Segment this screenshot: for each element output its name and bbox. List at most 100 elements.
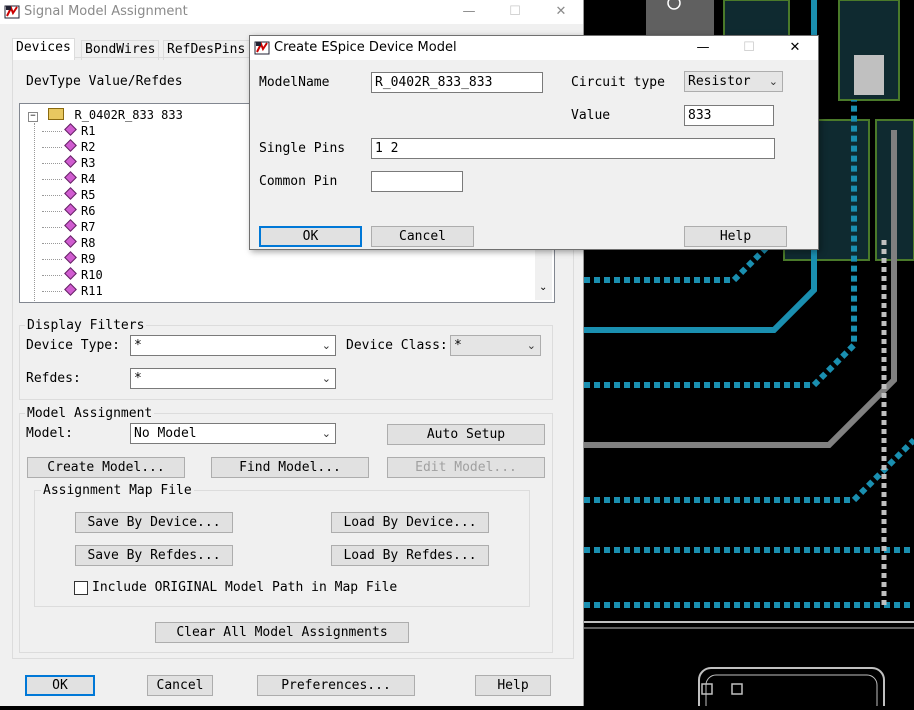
tree-item-label: R6 (81, 204, 96, 218)
tree-connector (42, 227, 62, 228)
dialog-cancel-button[interactable]: Cancel (371, 226, 474, 247)
tree-connector (42, 147, 62, 148)
dialog-titlebar[interactable]: Create ESpice Device Model — ☐ ✕ (250, 36, 818, 60)
component-icon (64, 171, 77, 184)
value-input[interactable]: 833 (684, 105, 774, 126)
tree-item-r3[interactable]: R3 (42, 155, 95, 171)
tree-connector (42, 243, 62, 244)
circuit-type-label: Circuit type (571, 75, 665, 90)
model-select[interactable]: No Model ⌄ (130, 423, 336, 444)
minimize-button[interactable]: — (680, 36, 726, 60)
value-label: Value (571, 108, 611, 123)
tree-item-r6[interactable]: R6 (42, 203, 95, 219)
scroll-down-icon[interactable]: ⌄ (539, 282, 547, 293)
model-assignment-title: Model Assignment (25, 406, 155, 421)
tree-item-r9[interactable]: R9 (42, 251, 95, 267)
tree-root-label: R_0402R_833 833 (74, 108, 183, 122)
tree-connector (42, 259, 62, 260)
tab-devices[interactable]: Devices (12, 38, 75, 60)
tree-item-label: R10 (81, 268, 103, 282)
tree-item-r11[interactable]: R11 (42, 283, 103, 299)
chevron-down-icon: ⌄ (526, 339, 536, 352)
circuit-type-select[interactable]: Resistor ⌄ (684, 71, 783, 92)
collapse-icon[interactable]: − (28, 112, 38, 122)
maximize-button[interactable]: ☐ (492, 0, 538, 24)
tree-item-label: R3 (81, 156, 96, 170)
tree-item-r4[interactable]: R4 (42, 171, 95, 187)
auto-setup-button[interactable]: Auto Setup (387, 424, 545, 445)
model-value: No Model (134, 426, 197, 441)
device-type-value: * (134, 338, 142, 353)
maximize-button[interactable]: ☐ (726, 36, 772, 60)
common-pin-input[interactable] (371, 171, 463, 192)
tree-item-r2[interactable]: R2 (42, 139, 95, 155)
chevron-down-icon: ⌄ (321, 372, 331, 385)
tree-connector (42, 163, 62, 164)
tree-item-r8[interactable]: R8 (42, 235, 95, 251)
load-by-refdes-button[interactable]: Load By Refdes... (331, 545, 489, 566)
component-icon (64, 219, 77, 232)
circuit-type-value: Resistor (688, 74, 751, 89)
component-icon (64, 251, 77, 264)
chevron-down-icon: ⌄ (321, 427, 331, 440)
tree-connector (42, 211, 62, 212)
tree-item-r10[interactable]: R10 (42, 267, 103, 283)
chevron-down-icon: ⌄ (768, 75, 778, 88)
cancel-button[interactable]: Cancel (147, 675, 213, 696)
component-icon (64, 283, 77, 296)
tree-item-r5[interactable]: R5 (42, 187, 95, 203)
minimize-button[interactable]: — (446, 0, 492, 24)
chevron-down-icon: ⌄ (321, 339, 331, 352)
close-button[interactable]: ✕ (772, 36, 818, 60)
edit-model-button[interactable]: Edit Model... (387, 457, 545, 478)
single-pins-label: Single Pins (259, 141, 346, 156)
devtype-header: DevType Value/Refdes (26, 74, 183, 89)
display-filters-title: Display Filters (25, 318, 147, 333)
close-button[interactable]: ✕ (538, 0, 584, 24)
include-original-label[interactable]: Include ORIGINAL Model Path in Map File (92, 580, 397, 595)
tab-bondwires[interactable]: BondWires (81, 40, 160, 60)
tree-item-label: R4 (81, 172, 96, 186)
single-pins-input[interactable]: 1 2 (371, 138, 775, 159)
component-icon (64, 139, 77, 152)
ok-button[interactable]: OK (25, 675, 95, 696)
tree-root[interactable]: − R_0402R_833 833 (28, 107, 183, 123)
tree-item-label: R1 (81, 124, 96, 138)
create-model-button[interactable]: Create Model... (27, 457, 185, 478)
component-icon (64, 123, 77, 136)
tree-item-r1[interactable]: R1 (42, 123, 95, 139)
device-type-select[interactable]: * ⌄ (130, 335, 336, 356)
dialog-title: Create ESpice Device Model (274, 40, 457, 55)
tree-item-label: R9 (81, 252, 96, 266)
preferences-button[interactable]: Preferences... (257, 675, 415, 696)
tab-refdespins[interactable]: RefDesPins (163, 40, 253, 60)
dialog-ok-button[interactable]: OK (259, 226, 362, 247)
device-class-value: * (454, 338, 462, 353)
assignment-map-file-title: Assignment Map File (41, 483, 194, 498)
model-name-label: ModelName (259, 75, 330, 90)
help-button[interactable]: Help (475, 675, 551, 696)
tree-connector (42, 179, 62, 180)
tree-item-label: R7 (81, 220, 96, 234)
tree-item-label: R2 (81, 140, 96, 154)
find-model-button[interactable]: Find Model... (211, 457, 369, 478)
main-window-title: Signal Model Assignment (24, 4, 188, 19)
refdes-label: Refdes: (26, 371, 81, 386)
tree-item-r7[interactable]: R7 (42, 219, 95, 235)
tree-item-label: R5 (81, 188, 96, 202)
save-by-refdes-button[interactable]: Save By Refdes... (75, 545, 233, 566)
device-class-select[interactable]: * ⌄ (450, 335, 541, 356)
main-titlebar[interactable]: Signal Model Assignment — ☐ ✕ (0, 0, 583, 24)
common-pin-label: Common Pin (259, 174, 338, 189)
clear-all-button[interactable]: Clear All Model Assignments (155, 622, 409, 643)
dialog-help-button[interactable]: Help (684, 226, 787, 247)
model-name-input[interactable]: R_0402R_833_833 (371, 72, 543, 93)
save-by-device-button[interactable]: Save By Device... (75, 512, 233, 533)
refdes-select[interactable]: * ⌄ (130, 368, 336, 389)
load-by-device-button[interactable]: Load By Device... (331, 512, 489, 533)
tree-connector (42, 195, 62, 196)
component-icon (64, 235, 77, 248)
device-type-label: Device Type: (26, 338, 120, 353)
include-original-checkbox[interactable] (74, 581, 88, 595)
app-icon (4, 4, 20, 20)
